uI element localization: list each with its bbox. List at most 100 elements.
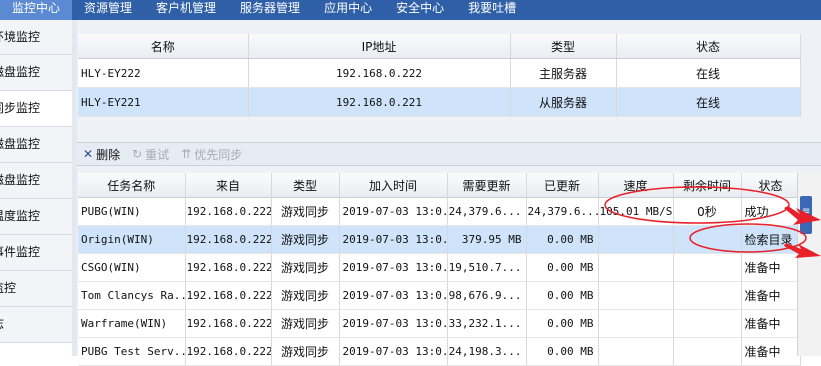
task-table-header: 任务名称 来自 类型 加入时间 需要更新 已更新 速度 剩余时间 状态 [78, 173, 801, 198]
task-name: Origin(WIN) [78, 225, 186, 254]
task-type: 游戏同步 [271, 309, 340, 338]
task-speed: 105.01 MB/S [598, 197, 674, 226]
scrollbar-thumb[interactable] [800, 196, 812, 234]
tab-monitor-center[interactable]: 监控中心 [0, 0, 73, 20]
task-join-time: 2019-07-03 13:0... [339, 253, 448, 282]
task-status: 准备中 [741, 281, 801, 310]
task-status: 准备中 [741, 337, 801, 366]
task-table-scrollbar[interactable] [797, 173, 821, 356]
sidebar-item-sync[interactable]: 同步监控 [0, 91, 72, 127]
task-speed [598, 309, 674, 338]
task-status: 检索目录 [741, 225, 801, 254]
table-row[interactable]: Tom Clancys Ra... 192.168.0.222 游戏同步 2019-0… [78, 281, 801, 310]
task-join-time: 2019-07-03 13:0... [339, 225, 448, 254]
sidebar-item-log[interactable]: 志 [0, 307, 72, 343]
table-row[interactable]: PUBG(WIN) 192.168.0.222 游戏同步 2019-07-03 13:… [78, 197, 801, 226]
task-speed [598, 337, 674, 366]
column-header-ip[interactable]: IP地址 [248, 34, 511, 59]
delete-label: 删除 [96, 147, 121, 162]
column-header-remaining[interactable]: 剩余时间 [673, 173, 742, 198]
tab-resource-management[interactable]: 资源管理 [72, 0, 144, 20]
sidebar-item-disk-3[interactable]: 磁盘监控 [0, 163, 72, 199]
tab-security-center[interactable]: 安全中心 [384, 0, 456, 20]
column-header-type[interactable]: 类型 [271, 173, 340, 198]
task-source-ip: 192.168.0.222 [185, 281, 272, 310]
tab-app-center[interactable]: 应用中心 [312, 0, 384, 20]
tab-server-management[interactable]: 服务器管理 [228, 0, 312, 20]
server-table: 名称 IP地址 类型 状态 HLY-EY222 192.168.0.222 主服… [78, 34, 801, 117]
table-row[interactable]: PUBG Test Serv... 192.168.0.222 游戏同步 2019-0… [78, 337, 801, 366]
priority-sync-label: 优先同步 [194, 147, 243, 162]
task-join-time: 2019-07-03 13:0... [339, 337, 448, 366]
table-row[interactable]: HLY-EY221 192.168.0.221 从服务器 在线 [78, 87, 801, 117]
sidebar-item-label: 温度监控 [0, 209, 41, 223]
column-header-type[interactable]: 类型 [510, 34, 617, 59]
task-updated: 0.00 MB [526, 253, 599, 282]
tab-feedback[interactable]: 我要吐槽 [456, 0, 528, 20]
server-name: HLY-EY221 [78, 87, 249, 117]
column-header-name[interactable]: 名称 [78, 34, 249, 59]
server-type: 主服务器 [510, 58, 617, 88]
delete-button[interactable]: ✕ 删除 [83, 146, 120, 163]
task-updated: 24,379.6... [526, 197, 599, 226]
sidebar: 环境监控 磁盘监控 同步监控 磁盘监控 磁盘监控 温度监控 事件监控 监控 志 [0, 20, 72, 356]
sidebar-item-label: 同步监控 [0, 101, 41, 115]
task-remaining [673, 253, 742, 282]
task-source-ip: 192.168.0.222 [185, 309, 272, 338]
table-row[interactable]: Origin(WIN) 192.168.0.222 游戏同步 2019-07-03 1… [78, 225, 801, 254]
task-need-update: 379.95 MB [447, 225, 527, 254]
column-header-from[interactable]: 来自 [185, 173, 272, 198]
task-need-update: 24,379.6... [447, 197, 527, 226]
task-toolbar: ✕ 删除 ↻ 重试 ⇈ 优先同步 [77, 142, 821, 166]
task-join-time: 2019-07-03 13:0... [339, 309, 448, 338]
column-header-join-time[interactable]: 加入时间 [339, 173, 448, 198]
main-panel: 名称 IP地址 类型 状态 HLY-EY222 192.168.0.222 主服… [77, 20, 821, 366]
sidebar-item-events[interactable]: 事件监控 [0, 235, 72, 271]
task-speed [598, 253, 674, 282]
sidebar-item-label: 事件监控 [0, 245, 41, 259]
server-status: 在线 [616, 58, 801, 88]
task-source-ip: 192.168.0.222 [185, 253, 272, 282]
column-header-status[interactable]: 状态 [741, 173, 801, 198]
table-row[interactable]: Warframe(WIN) 192.168.0.222 游戏同步 2019-07-03… [78, 309, 801, 338]
sidebar-item-disk-2[interactable]: 磁盘监控 [0, 127, 72, 163]
table-row[interactable]: CSGO(WIN) 192.168.0.222 游戏同步 2019-07-03 13:… [78, 253, 801, 282]
server-type: 从服务器 [510, 87, 617, 117]
tab-client-management[interactable]: 客户机管理 [144, 0, 228, 20]
task-need-update: 33,232.1... [447, 309, 527, 338]
task-status: 准备中 [741, 309, 801, 338]
task-name: Tom Clancys Ra... [78, 281, 186, 310]
column-header-task-name[interactable]: 任务名称 [78, 173, 186, 198]
server-table-header: 名称 IP地址 类型 状态 [78, 34, 801, 59]
task-speed [598, 225, 674, 254]
sidebar-item-environment[interactable]: 环境监控 [0, 20, 72, 55]
sidebar-item-label: 磁盘监控 [0, 65, 41, 79]
sidebar-item-monitor[interactable]: 监控 [0, 271, 72, 307]
priority-icon: ⇈ [181, 147, 192, 161]
sidebar-item-label: 磁盘监控 [0, 173, 41, 187]
task-type: 游戏同步 [271, 253, 340, 282]
sidebar-item-label: 磁盘监控 [0, 137, 41, 151]
server-ip: 192.168.0.221 [248, 87, 511, 117]
task-join-time: 2019-07-03 13:0... [339, 281, 448, 310]
task-source-ip: 192.168.0.222 [185, 225, 272, 254]
task-remaining [673, 281, 742, 310]
task-source-ip: 192.168.0.222 [185, 197, 272, 226]
table-row[interactable]: HLY-EY222 192.168.0.222 主服务器 在线 [78, 58, 801, 88]
priority-sync-button[interactable]: ⇈ 优先同步 [181, 146, 242, 163]
task-name: PUBG(WIN) [78, 197, 186, 226]
task-type: 游戏同步 [271, 225, 340, 254]
column-header-need-update[interactable]: 需要更新 [447, 173, 527, 198]
task-name: PUBG Test Serv... [78, 337, 186, 366]
task-updated: 0.00 MB [526, 309, 599, 338]
sidebar-item-disk[interactable]: 磁盘监控 [0, 55, 72, 91]
retry-button[interactable]: ↻ 重试 [132, 146, 169, 163]
column-header-speed[interactable]: 速度 [598, 173, 674, 198]
task-status: 成功 [741, 197, 801, 226]
column-header-updated[interactable]: 已更新 [526, 173, 599, 198]
sync-task-table: 任务名称 来自 类型 加入时间 需要更新 已更新 速度 剩余时间 状态 PUBG… [78, 173, 801, 366]
task-status: 准备中 [741, 253, 801, 282]
sidebar-item-temperature[interactable]: 温度监控 [0, 199, 72, 235]
sidebar-item-label: 监控 [0, 281, 17, 295]
column-header-status[interactable]: 状态 [616, 34, 801, 59]
